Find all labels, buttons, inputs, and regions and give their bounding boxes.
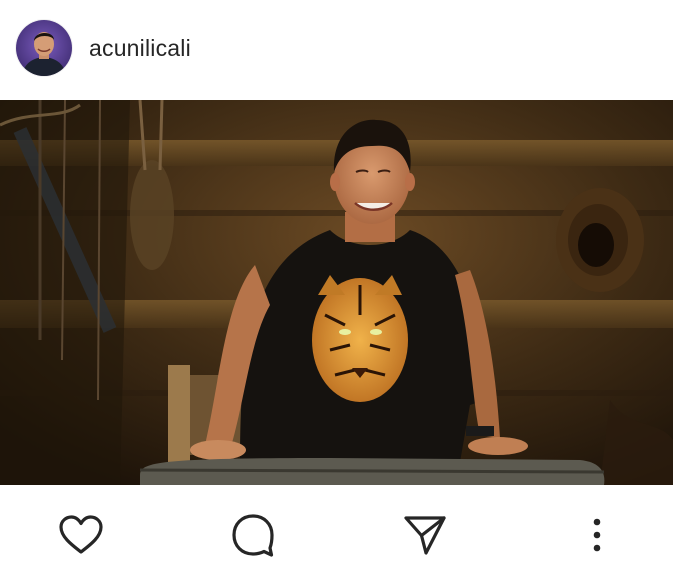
post-action-bar bbox=[0, 485, 673, 564]
profile-photo-icon bbox=[16, 20, 72, 76]
like-button[interactable] bbox=[57, 511, 105, 559]
post-photo[interactable] bbox=[0, 100, 673, 485]
heart-icon bbox=[59, 515, 103, 554]
comment-icon bbox=[232, 514, 274, 557]
paper-plane-icon bbox=[404, 516, 446, 555]
profile-avatar[interactable] bbox=[16, 20, 72, 76]
more-vertical-icon bbox=[593, 518, 601, 552]
more-options-button[interactable] bbox=[573, 511, 621, 559]
post-header: acunilicali bbox=[0, 0, 673, 100]
post-photo-illustration bbox=[0, 100, 673, 485]
username[interactable]: acunilicali bbox=[89, 35, 191, 62]
comment-button[interactable] bbox=[229, 511, 277, 559]
share-button[interactable] bbox=[401, 511, 449, 559]
